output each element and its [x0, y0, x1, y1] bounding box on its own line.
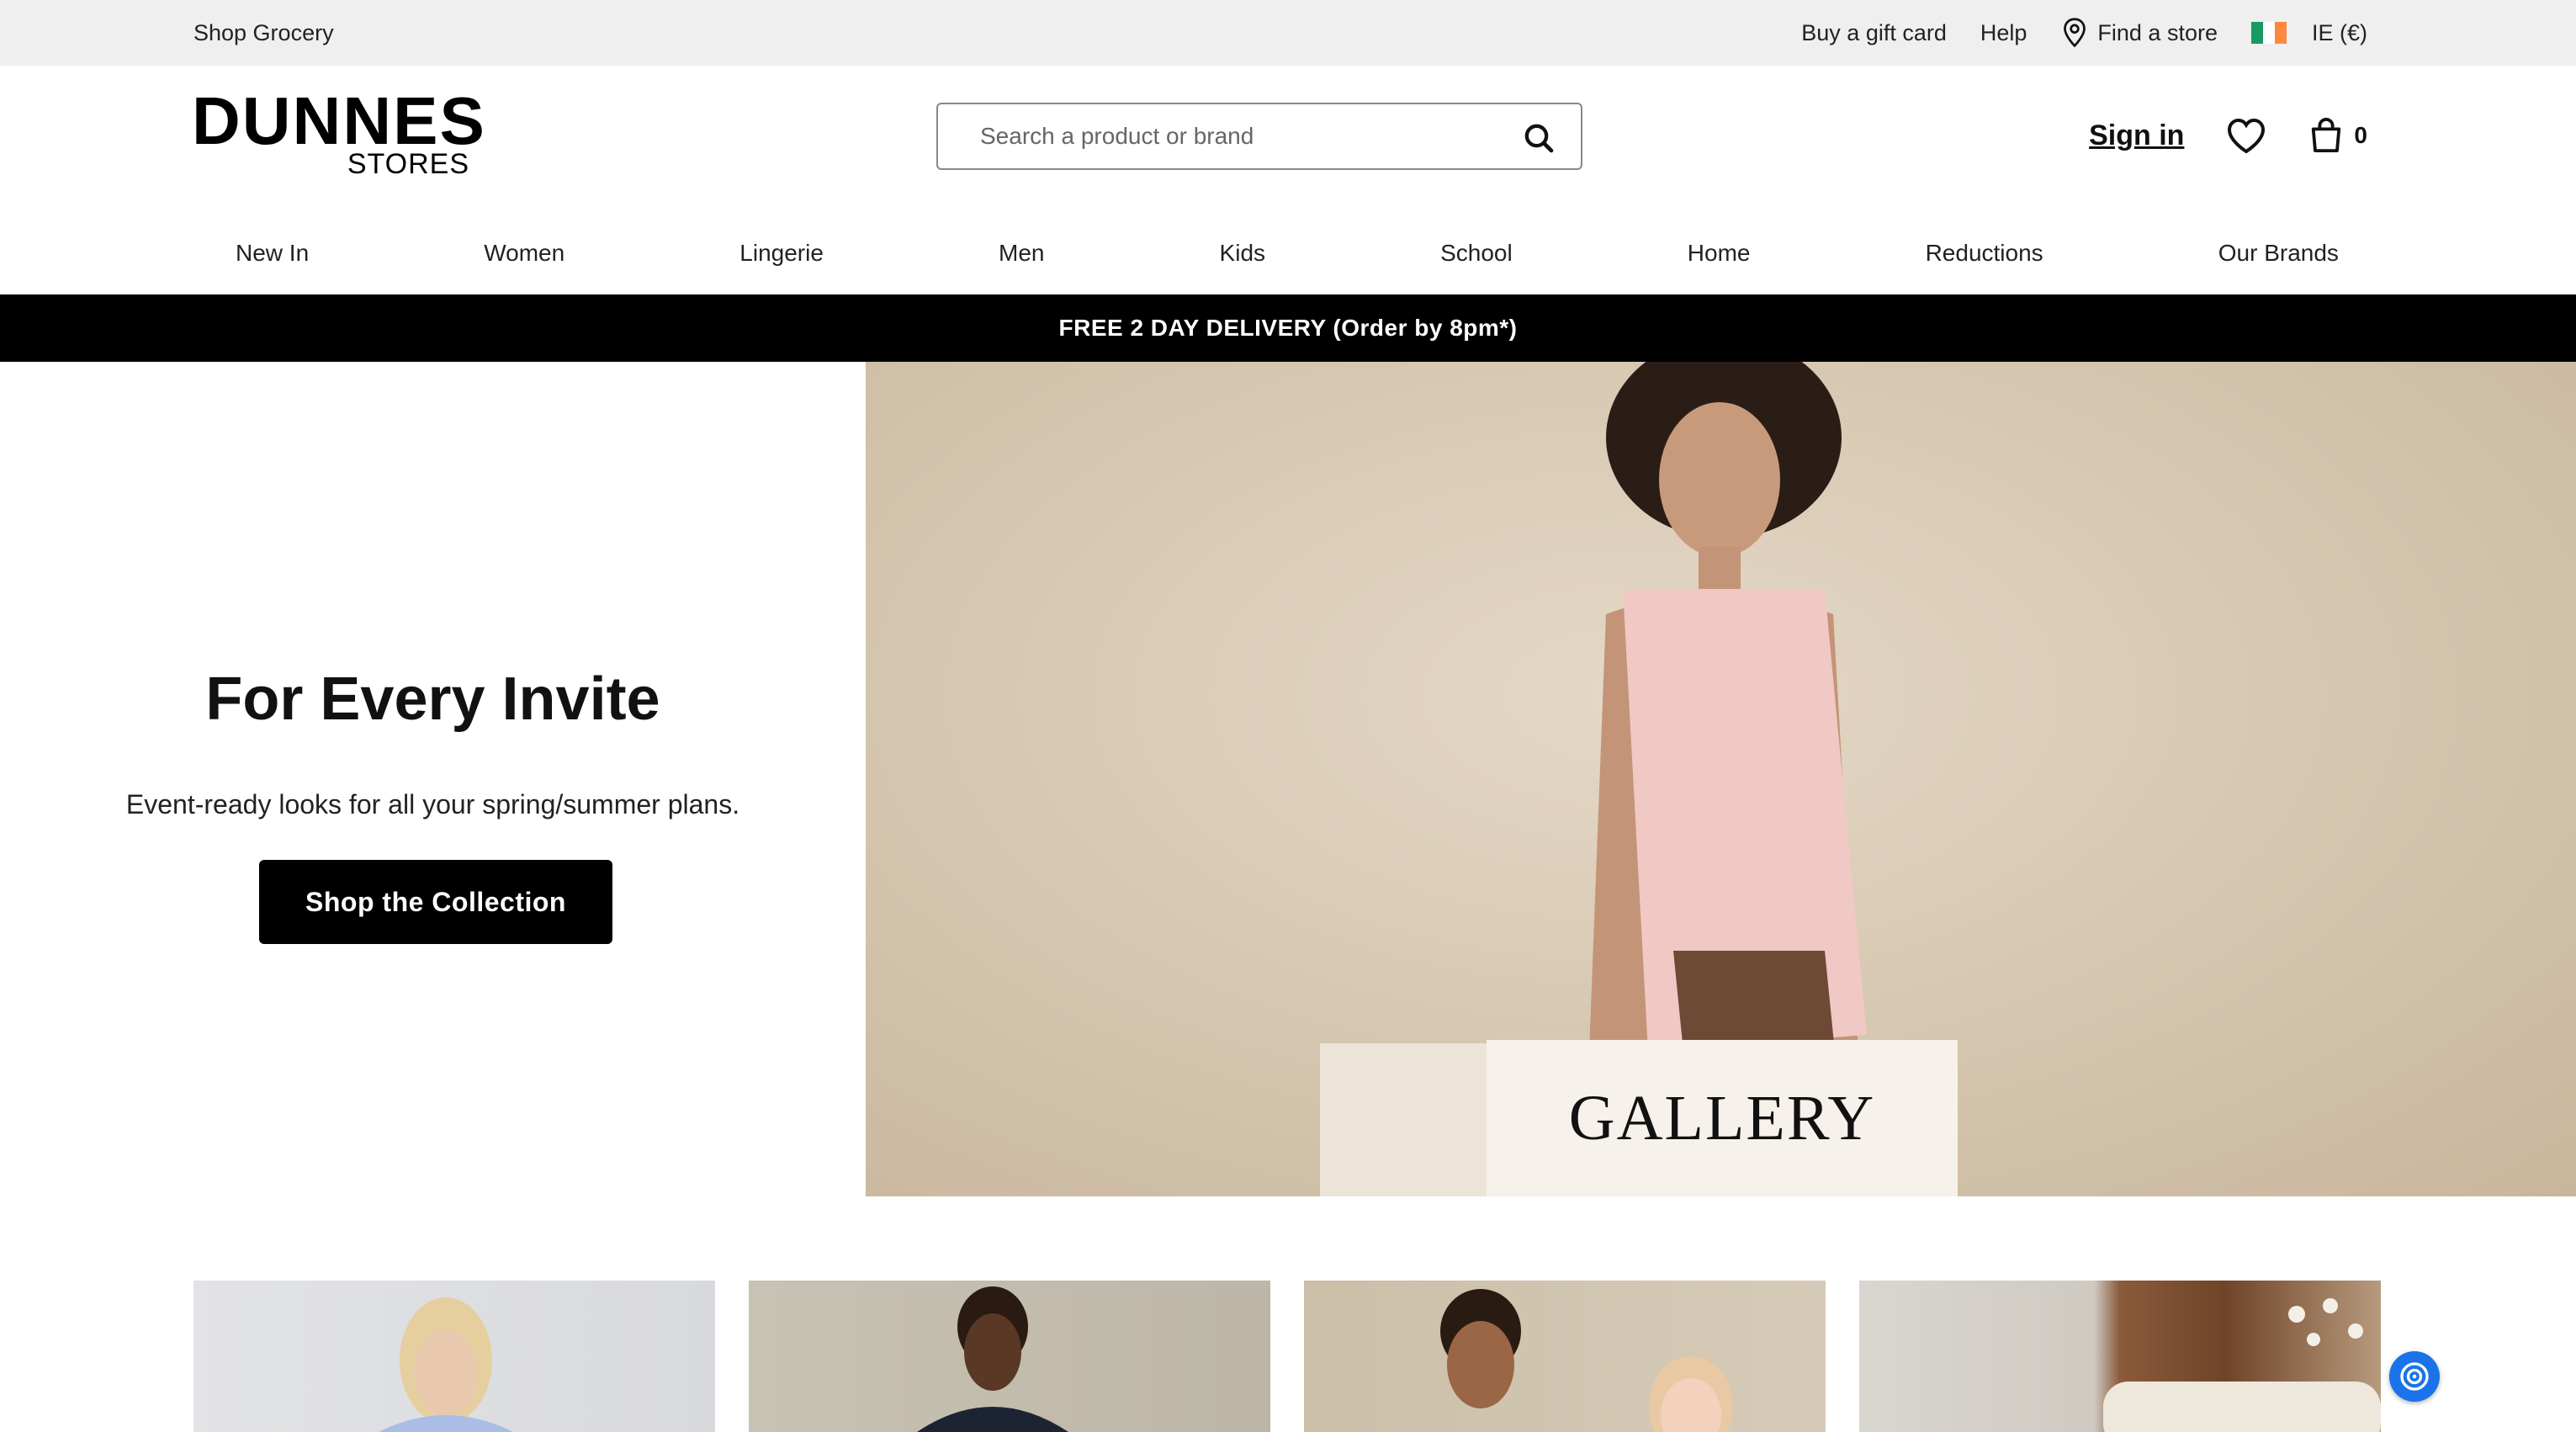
promo-text: FREE 2 DAY DELIVERY (Order by 8pm*)	[1058, 315, 1518, 341]
cart-count: 0	[2354, 122, 2367, 148]
utility-bar: Shop Grocery Buy a gift card Help Find a…	[0, 0, 2576, 66]
assistant-button[interactable]	[2389, 1351, 2440, 1402]
category-card-women[interactable]	[193, 1281, 715, 1432]
nav-item-kids[interactable]: Kids	[1220, 240, 1265, 267]
nav-item-men[interactable]: Men	[999, 240, 1044, 267]
nav-item-home[interactable]: Home	[1688, 240, 1751, 267]
thumbnail-image	[2103, 1298, 2381, 1432]
cart-button[interactable]: 0	[2308, 116, 2367, 155]
main-nav: New In Women Lingerie Men Kids School Ho…	[193, 227, 2381, 279]
region-selector[interactable]: IE (€)	[2250, 19, 2367, 46]
logo-sub-text: STORES	[347, 148, 469, 180]
category-card-men[interactable]	[749, 1281, 1270, 1432]
category-card-home[interactable]	[1859, 1281, 2381, 1432]
find-store-label: Find a store	[2097, 19, 2218, 45]
utility-links: Buy a gift card Help Find a store IE (€)	[1801, 0, 2367, 66]
thumbnail-image	[1440, 1289, 1733, 1432]
gallery-brand-card: GALLERY	[1487, 1040, 1958, 1196]
hero-title: For Every Invite	[205, 666, 660, 733]
hero-subtitle: Event-ready looks for all your spring/su…	[125, 789, 740, 819]
shopping-bag-icon	[2312, 118, 2341, 153]
help-link[interactable]: Help	[1980, 20, 2027, 46]
logo-main-text: DUNNES	[192, 83, 486, 158]
header-actions: Sign in 0	[2089, 108, 2367, 163]
hero-text-panel: For Every Invite Event-ready looks for a…	[0, 362, 866, 1196]
promo-banner[interactable]: FREE 2 DAY DELIVERY (Order by 8pm*)	[0, 294, 2576, 362]
search-button[interactable]	[1522, 121, 1556, 155]
thumbnail-image	[917, 1286, 1068, 1432]
shop-grocery-link[interactable]: Shop Grocery	[193, 0, 334, 66]
heart-icon	[2228, 118, 2266, 154]
nav-item-reductions[interactable]: Reductions	[1926, 240, 2043, 267]
region-label: IE (€)	[2311, 19, 2367, 45]
nav-item-new-in[interactable]: New In	[236, 240, 309, 267]
nav-item-lingerie[interactable]: Lingerie	[739, 240, 824, 267]
wishlist-button[interactable]	[2226, 117, 2266, 154]
hero-image[interactable]: GALLERY	[866, 362, 2576, 1196]
find-store-link[interactable]: Find a store	[2060, 17, 2218, 49]
sign-in-link[interactable]: Sign in	[2089, 119, 2184, 152]
thumbnail-image	[379, 1297, 513, 1432]
category-thumbnails	[193, 1281, 2381, 1432]
location-pin-icon	[2064, 18, 2086, 48]
gift-card-link[interactable]: Buy a gift card	[1801, 20, 1947, 46]
assistant-icon	[2400, 1362, 2429, 1391]
nav-item-women[interactable]: Women	[484, 240, 564, 267]
dunnes-stores-logo[interactable]: DUNNES STORES	[192, 83, 486, 182]
search-input[interactable]	[980, 104, 1485, 168]
nav-item-school[interactable]: School	[1440, 240, 1513, 267]
nav-item-our-brands[interactable]: Our Brands	[2218, 240, 2339, 267]
search-icon	[1524, 124, 1554, 153]
search-bar	[936, 103, 1582, 170]
shop-collection-button[interactable]: Shop the Collection	[259, 860, 612, 944]
gallery-brand-label: GALLERY	[1568, 1082, 1876, 1154]
category-card-kids[interactable]	[1304, 1281, 1826, 1432]
ireland-flag-icon	[2250, 22, 2287, 44]
